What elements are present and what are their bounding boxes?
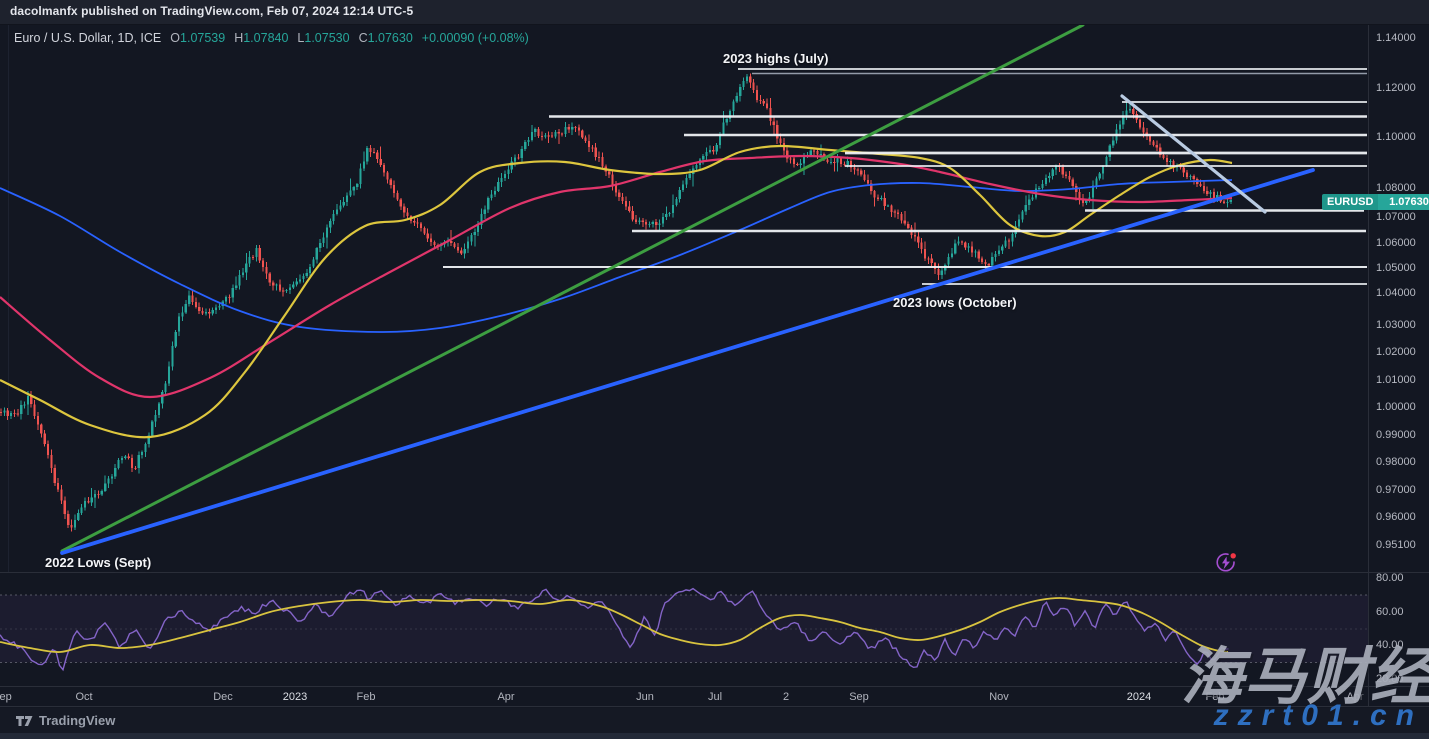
time-axis-label: Feb	[357, 691, 376, 703]
close-value: 1.07630	[368, 31, 413, 45]
last-price-value: 1.07630	[1378, 194, 1429, 210]
last-price-tag: EURUSD 1.07630	[1322, 194, 1429, 210]
price-scale[interactable]: 1.14000 1.12000 1.10000 1.08000 1.07000 1.060…	[1368, 25, 1429, 707]
close-label: C	[359, 31, 368, 45]
footer-strip	[0, 733, 1429, 739]
publish-bar: dacolmanfx published on TradingView.com,…	[0, 0, 1429, 25]
time-axis-year-label: 2024	[1127, 691, 1151, 703]
low-value: 1.07530	[304, 31, 349, 45]
time-axis-label: Sep	[0, 691, 12, 703]
last-price-symbol: EURUSD	[1322, 194, 1378, 210]
annotation-2022-lows: 2022 Lows (Sept)	[45, 555, 151, 570]
price-scale-label: 0.97000	[1376, 484, 1416, 496]
tradingview-brand-link[interactable]: TradingView	[16, 713, 115, 728]
price-scale-label: 1.06000	[1376, 237, 1416, 249]
open-label: O	[170, 31, 180, 45]
time-axis-label: Jun	[636, 691, 654, 703]
tradingview-logo-icon	[16, 714, 33, 728]
flash-idea-button[interactable]	[1214, 551, 1238, 575]
annotation-2023-lows: 2023 lows (October)	[893, 295, 1017, 310]
watermark-site: zzrt01.cn	[1214, 699, 1423, 733]
time-axis-label: Oct	[75, 691, 92, 703]
price-scale-label: 0.98000	[1376, 456, 1416, 468]
time-axis-label: Apr	[497, 691, 514, 703]
price-scale-label: 1.01000	[1376, 374, 1416, 386]
time-axis-year-label: 2023	[283, 691, 307, 703]
price-scale-label: 1.03000	[1376, 319, 1416, 331]
publish-text: dacolmanfx published on TradingView.com,…	[10, 4, 413, 18]
time-axis-label: Dec	[213, 691, 233, 703]
price-scale-label: 1.14000	[1376, 32, 1416, 44]
tradingview-published-chart: dacolmanfx published on TradingView.com,…	[0, 0, 1429, 739]
price-scale-label: 0.99000	[1376, 429, 1416, 441]
symbol-title[interactable]: Euro / U.S. Dollar, 1D, ICE	[14, 31, 161, 45]
symbol-legend: Euro / U.S. Dollar, 1D, ICEO1.07539H1.07…	[14, 31, 529, 45]
price-scale-label: 0.95100	[1376, 539, 1416, 551]
change-value: +0.00090 (+0.08%)	[422, 31, 529, 45]
price-scale-label: 0.96000	[1376, 511, 1416, 523]
price-scale-label: 1.02000	[1376, 346, 1416, 358]
time-axis-label: Nov	[989, 691, 1009, 703]
price-scale-label: 1.10000	[1376, 131, 1416, 143]
price-scale-label: 1.05000	[1376, 262, 1416, 274]
high-value: 1.07840	[243, 31, 288, 45]
price-scale-label: 1.12000	[1376, 82, 1416, 94]
high-label: H	[234, 31, 243, 45]
open-value: 1.07539	[180, 31, 225, 45]
lightning-icon	[1214, 551, 1238, 575]
time-axis-label: Sep	[849, 691, 869, 703]
rsi-scale-label: 80.00	[1376, 572, 1404, 584]
tradingview-brand-label: TradingView	[39, 713, 115, 728]
price-scale-label: 1.08000	[1376, 182, 1416, 194]
price-scale-label: 1.07000	[1376, 211, 1416, 223]
price-scale-label: 1.00000	[1376, 401, 1416, 413]
time-axis-label: 2	[783, 691, 789, 703]
time-axis-label: Jul	[708, 691, 722, 703]
price-scale-label: 1.04000	[1376, 287, 1416, 299]
rsi-scale-label: 60.00	[1376, 606, 1404, 618]
annotation-2023-highs: 2023 highs (July)	[723, 51, 828, 66]
